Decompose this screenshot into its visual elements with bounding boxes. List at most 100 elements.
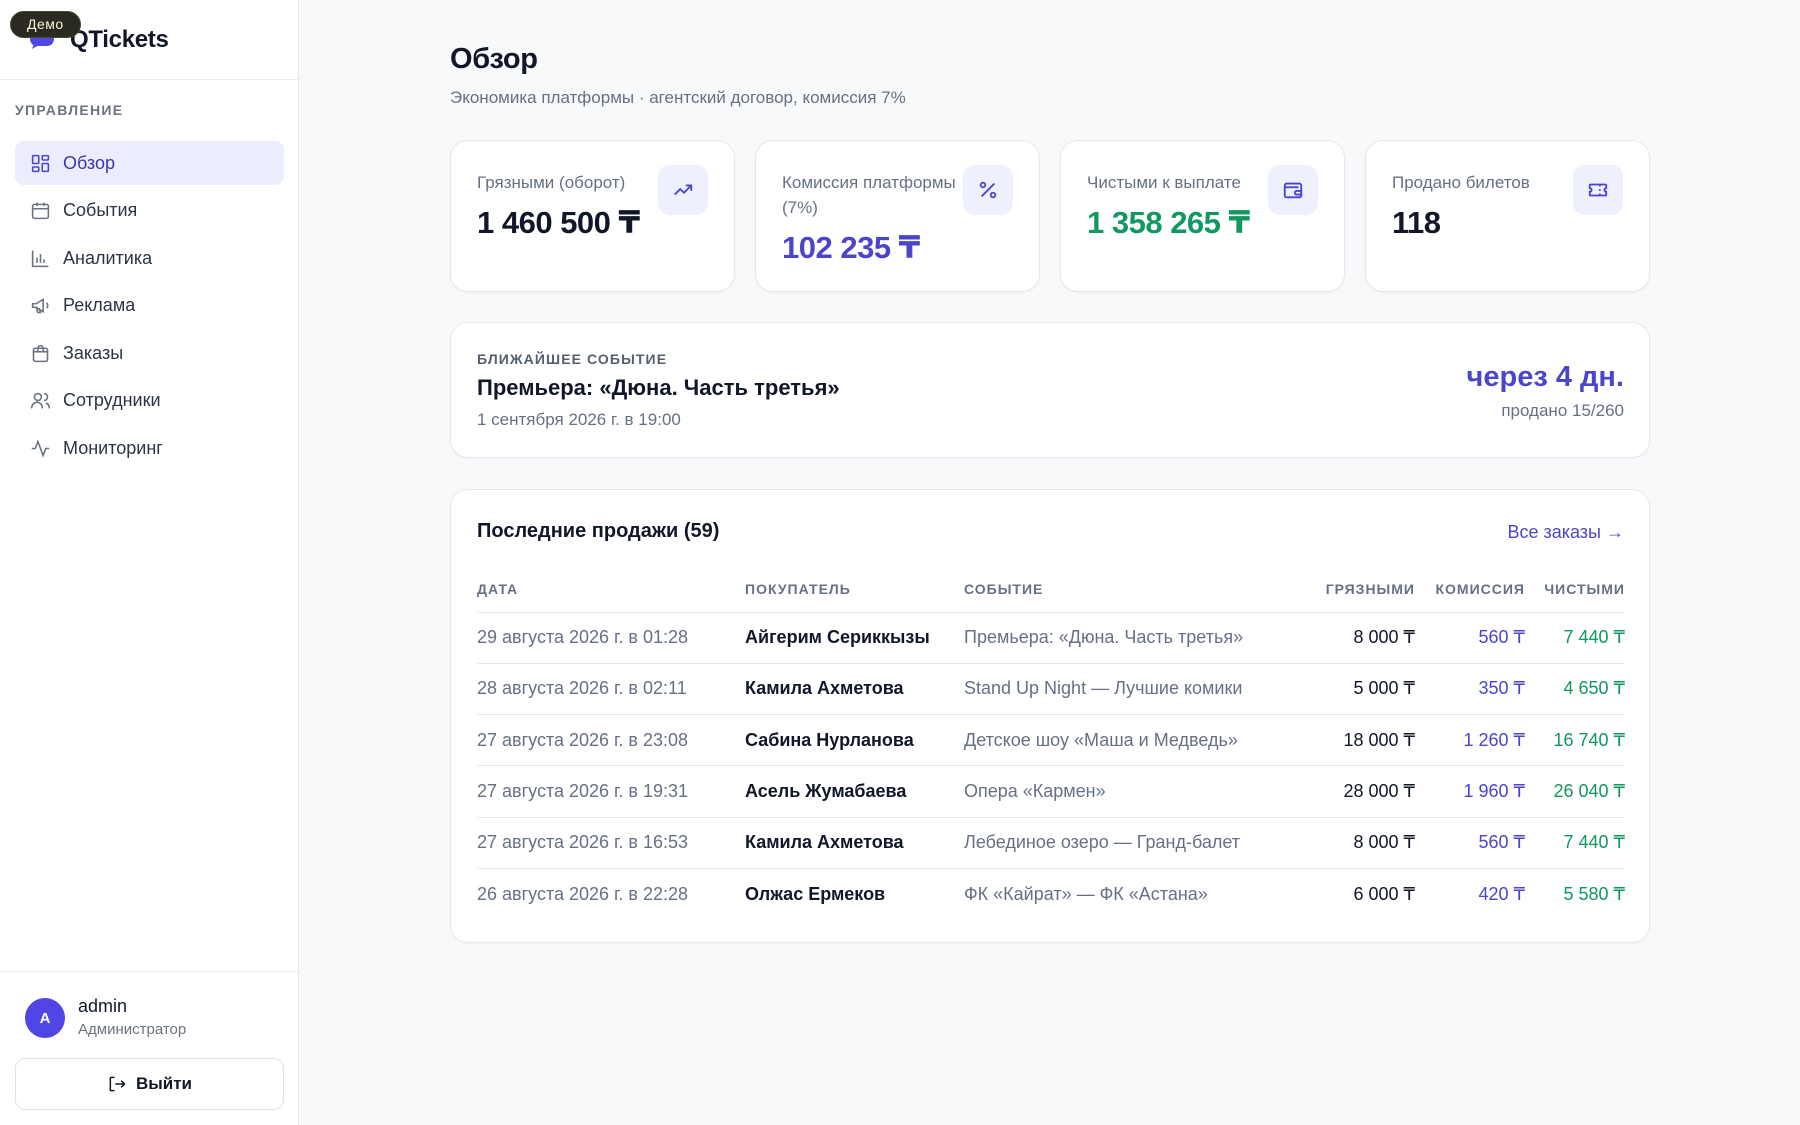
cell-net: 4 650 ₸ bbox=[1525, 663, 1625, 716]
page-title: Обзор bbox=[450, 43, 538, 75]
cell-date: 27 августа 2026 г. в 19:31 bbox=[477, 765, 745, 818]
user-role: Администратор bbox=[78, 1021, 187, 1038]
sidebar-item-monitoring[interactable]: Мониторинг bbox=[15, 426, 284, 470]
cell-date: 26 августа 2026 г. в 22:28 bbox=[477, 883, 689, 904]
ticket-icon bbox=[1573, 165, 1623, 215]
table-header-row: ДАТА ПОКУПАТЕЛЬ СОБЫТИЕ ГРЯЗНЫМИ КОМИССИ… bbox=[477, 567, 1625, 613]
kpi-card-net: Чистыми к выплате 1 358 265 ₸ bbox=[1060, 140, 1345, 292]
cell-event: Лебединое озеро — Гранд-балет bbox=[964, 817, 1295, 869]
cell-buyer: Асель Жумабаева bbox=[745, 765, 964, 818]
kpi-card-tickets: Продано билетов 118 bbox=[1365, 140, 1650, 292]
cell-commission: 1 260 ₸ bbox=[1415, 714, 1525, 767]
user-block: A admin Администратор Выйти bbox=[0, 971, 299, 1125]
wallet-icon bbox=[1268, 165, 1318, 215]
percent-icon bbox=[963, 165, 1013, 215]
sidebar-item-orders[interactable]: Заказы bbox=[15, 331, 284, 375]
demo-badge: Демо bbox=[10, 11, 81, 38]
cell-gross: 8 000 ₸ bbox=[1295, 817, 1415, 869]
brand-name[interactable]: QTickets bbox=[70, 26, 169, 54]
sidebar-item-events[interactable]: События bbox=[15, 189, 284, 233]
cell-gross: 28 000 ₸ bbox=[1295, 765, 1415, 818]
table-row[interactable]: 27 августа 2026 г. в 19:31 Асель Жумабае… bbox=[477, 765, 1625, 818]
sidebar-item-ads[interactable]: Реклама bbox=[15, 284, 284, 328]
cell-date: 27 августа 2026 г. в 16:53 bbox=[477, 817, 745, 869]
cell-buyer: Сабина Нурланова bbox=[745, 714, 964, 767]
kpi-value: 1 460 500 ₸ bbox=[477, 205, 640, 240]
next-event-date: 1 сентября 2026 г. в 19:00 bbox=[477, 410, 681, 429]
column-header-date: ДАТА bbox=[477, 567, 745, 613]
table-row[interactable]: 29 августа 2026 г. в 01:28 Айгерим Серик… bbox=[477, 612, 1625, 664]
sidebar-item-staff[interactable]: Сотрудники bbox=[15, 379, 284, 423]
column-header-event: СОБЫТИЕ bbox=[964, 567, 1295, 613]
kpi-label: Грязными (оборот) bbox=[477, 173, 626, 192]
table-row[interactable]: 28 августа 2026 г. в 02:11 Камила Ахмето… bbox=[477, 663, 1625, 716]
cell-net: 26 040 ₸ bbox=[1525, 765, 1625, 818]
column-header-gross: ГРЯЗНЫМИ bbox=[1295, 567, 1415, 613]
sidebar-item-label: События bbox=[63, 200, 138, 220]
column-header-buyer: ПОКУПАТЕЛЬ bbox=[745, 567, 964, 613]
cell-date: 28 августа 2026 г. в 02:11 bbox=[477, 663, 745, 716]
table-row[interactable]: 27 августа 2026 г. в 23:08 Сабина Нурлан… bbox=[477, 714, 1625, 767]
next-event-countdown: через 4 дн. bbox=[1466, 361, 1624, 393]
avatar[interactable]: A bbox=[25, 998, 65, 1038]
cell-event: Stand Up Night — Лучшие комики bbox=[964, 663, 1295, 716]
sidebar-item-overview[interactable]: Обзор bbox=[15, 141, 284, 185]
sidebar-nav: Обзор События Аналитика Реклама Заказы С… bbox=[15, 141, 284, 474]
sidebar: QTickets Демо УПРАВЛЕНИЕ Обзор События А… bbox=[0, 0, 299, 1125]
cell-net: 7 440 ₸ bbox=[1525, 817, 1625, 869]
cell-gross: 6 000 ₸ bbox=[1353, 883, 1416, 904]
cell-commission: 560 ₸ bbox=[1415, 817, 1525, 869]
cell-net: 5 580 ₸ bbox=[1563, 883, 1626, 904]
cell-commission: 350 ₸ bbox=[1415, 663, 1525, 716]
dashboard-icon bbox=[29, 152, 51, 174]
sidebar-item-label: Обзор bbox=[63, 152, 115, 173]
kpi-label: Комиссия платформы (7%) bbox=[782, 173, 956, 217]
user-name: admin bbox=[78, 996, 128, 1016]
column-header-net: ЧИСТЫМИ bbox=[1525, 567, 1625, 613]
cell-event: Премьера: «Дюна. Часть третья» bbox=[964, 612, 1295, 664]
kpi-value: 102 235 ₸ bbox=[782, 230, 920, 265]
sidebar-item-label: Реклама bbox=[63, 295, 136, 315]
kpi-card-commission: Комиссия платформы (7%) 102 235 ₸ bbox=[755, 140, 1040, 292]
next-event-label: БЛИЖАЙШЕЕ СОБЫТИЕ bbox=[477, 351, 668, 367]
cell-commission: 560 ₸ bbox=[1415, 612, 1525, 664]
recent-sales-card: Последние продажи (59) Все заказы → ДАТА… bbox=[450, 489, 1650, 943]
sidebar-item-label: Заказы bbox=[63, 342, 124, 363]
next-event-sold: продано 15/260 bbox=[1501, 401, 1624, 420]
activity-icon bbox=[29, 437, 51, 459]
next-event-title: Премьера: «Дюна. Часть третья» bbox=[477, 375, 840, 400]
trending-up-icon bbox=[658, 165, 708, 215]
users-icon bbox=[29, 390, 51, 412]
logout-button[interactable]: Выйти bbox=[15, 1058, 284, 1110]
brand-header: QTickets Демо bbox=[0, 0, 298, 80]
cell-gross: 8 000 ₸ bbox=[1295, 612, 1415, 664]
nav-section-label: УПРАВЛЕНИЕ bbox=[15, 102, 124, 118]
cell-commission: 420 ₸ bbox=[1478, 883, 1526, 904]
bar-chart-icon bbox=[29, 247, 51, 269]
sidebar-item-analytics[interactable]: Аналитика bbox=[15, 236, 284, 280]
cell-buyer: Олжас Ермеков bbox=[745, 883, 886, 904]
page-subtitle: Экономика платформы · агентский договор,… bbox=[450, 88, 906, 107]
cell-event: Детское шоу «Маша и Медведь» bbox=[964, 714, 1295, 767]
cell-gross: 18 000 ₸ bbox=[1295, 714, 1415, 767]
sidebar-item-label: Сотрудники bbox=[63, 390, 161, 410]
cell-net: 7 440 ₸ bbox=[1525, 612, 1625, 664]
calendar-icon bbox=[29, 200, 51, 222]
kpi-value: 1 358 265 ₸ bbox=[1087, 205, 1250, 240]
next-event-card[interactable]: БЛИЖАЙШЕЕ СОБЫТИЕ Премьера: «Дюна. Часть… bbox=[450, 322, 1650, 458]
cell-gross: 5 000 ₸ bbox=[1295, 663, 1415, 716]
recent-sales-title: Последние продажи (59) bbox=[477, 520, 720, 542]
sales-table: ДАТА ПОКУПАТЕЛЬ СОБЫТИЕ ГРЯЗНЫМИ КОМИССИ… bbox=[477, 567, 1625, 920]
all-orders-link[interactable]: Все заказы → bbox=[1507, 522, 1624, 543]
cell-event: Опера «Кармен» bbox=[964, 765, 1295, 818]
sidebar-item-label: Аналитика bbox=[63, 247, 153, 268]
kpi-label: Продано билетов bbox=[1392, 173, 1530, 192]
table-row[interactable]: 26 августа 2026 г. в 22:28 Олжас Ермеков… bbox=[477, 868, 1625, 919]
shopping-bag-icon bbox=[29, 342, 51, 364]
table-row[interactable]: 27 августа 2026 г. в 16:53 Камила Ахмето… bbox=[477, 817, 1625, 869]
kpi-value: 118 bbox=[1392, 205, 1441, 240]
cell-buyer: Камила Ахметова bbox=[745, 663, 964, 716]
cell-net: 16 740 ₸ bbox=[1525, 714, 1625, 767]
cell-event: ФК «Кайрат» — ФК «Астана» bbox=[964, 883, 1208, 904]
sidebar-item-label: Мониторинг bbox=[63, 437, 163, 458]
